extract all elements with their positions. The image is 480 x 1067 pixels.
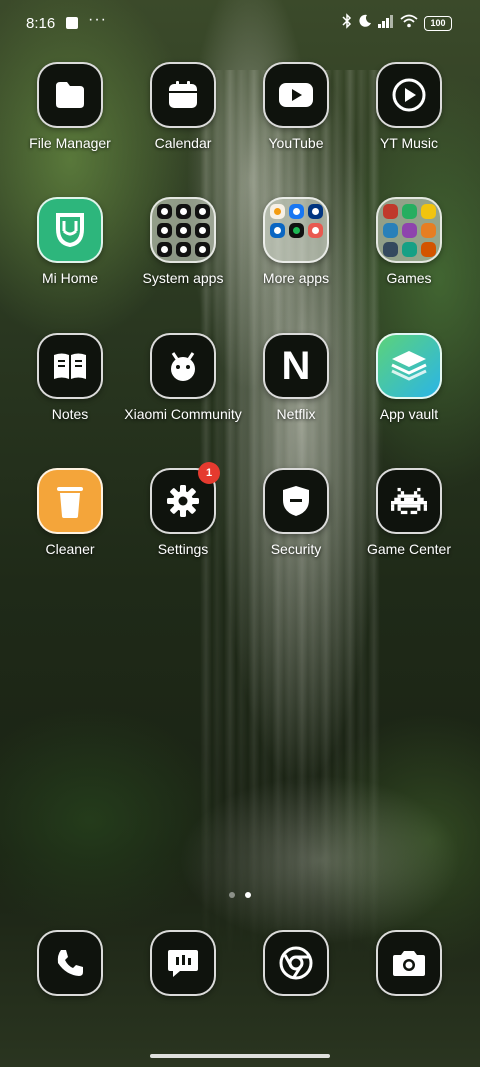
app-yt-music[interactable]: YT Music bbox=[349, 62, 469, 152]
app-xiaomi-community[interactable]: Xiaomi Community bbox=[123, 333, 243, 423]
status-icons: 100 bbox=[342, 13, 452, 33]
compass-icon bbox=[175, 241, 191, 257]
empty-slot bbox=[270, 242, 285, 257]
app-label: YouTube bbox=[268, 135, 324, 151]
dock-camera[interactable] bbox=[349, 930, 469, 996]
app-settings[interactable]: 1 Settings bbox=[123, 462, 243, 558]
app-label: App vault bbox=[379, 406, 439, 422]
folder-icon bbox=[37, 62, 103, 128]
home-screen: 8:16 ··· 100 File Manager Calendar YouTu… bbox=[0, 0, 480, 1067]
app-label: Games bbox=[386, 270, 432, 286]
bluetooth-icon bbox=[342, 13, 352, 33]
folder-more-apps[interactable]: More apps bbox=[236, 197, 356, 287]
dock-chrome[interactable] bbox=[236, 930, 356, 996]
app-label: Mi Home bbox=[41, 270, 98, 286]
mi-home-icon bbox=[37, 197, 103, 263]
empty-slot bbox=[308, 242, 323, 257]
folder-grid-icon bbox=[263, 197, 329, 263]
app-label: Security bbox=[270, 541, 322, 557]
messages-icon bbox=[150, 930, 216, 996]
dock-messages[interactable] bbox=[123, 930, 243, 996]
app-vault-layers-icon bbox=[376, 333, 442, 399]
downloads-icon bbox=[194, 222, 210, 238]
instagram-icon bbox=[307, 222, 323, 238]
app-label: More apps bbox=[262, 270, 330, 286]
game-icon bbox=[420, 241, 436, 257]
folder-grid-icon bbox=[376, 197, 442, 263]
app-label: System apps bbox=[142, 270, 224, 286]
contacts-icon bbox=[156, 203, 172, 219]
do-not-disturb-icon bbox=[358, 14, 372, 32]
app-netflix[interactable]: N Netflix bbox=[236, 333, 356, 423]
status-bar: 8:16 ··· 100 bbox=[0, 0, 480, 46]
mi-mover-icon bbox=[194, 241, 210, 257]
app-game-center[interactable]: Game Center bbox=[349, 468, 469, 558]
trash-icon bbox=[37, 468, 103, 534]
page-indicator-dot-active[interactable] bbox=[245, 892, 251, 898]
game-icon bbox=[420, 203, 436, 219]
clock-icon bbox=[194, 203, 210, 219]
notes-book-icon bbox=[37, 333, 103, 399]
gear-icon: 1 bbox=[150, 462, 220, 534]
app-label: Notes bbox=[51, 406, 89, 422]
app-label: Settings bbox=[157, 541, 209, 557]
netflix-glyph: N bbox=[281, 343, 311, 388]
spotify-icon bbox=[288, 222, 304, 238]
game-icon bbox=[382, 241, 398, 257]
space-invader-icon bbox=[376, 468, 442, 534]
game-icon bbox=[401, 241, 417, 257]
mi-remote-icon bbox=[156, 241, 172, 257]
empty-slot bbox=[289, 242, 304, 257]
linkedin-icon bbox=[269, 222, 285, 238]
shield-icon bbox=[263, 468, 329, 534]
netflix-icon: N bbox=[263, 333, 329, 399]
scanner-icon bbox=[175, 222, 191, 238]
folder-games[interactable]: Games bbox=[349, 197, 469, 287]
dialer-icon bbox=[175, 203, 191, 219]
notification-icon bbox=[66, 17, 78, 29]
app-calendar[interactable]: Calendar bbox=[123, 62, 243, 152]
app-file-manager[interactable]: File Manager bbox=[10, 62, 130, 152]
game-icon bbox=[382, 222, 398, 238]
yt-music-icon bbox=[376, 62, 442, 128]
facebook-icon bbox=[288, 203, 304, 219]
more-notifications-icon: ··· bbox=[88, 11, 107, 28]
game-icon bbox=[401, 222, 417, 238]
app-youtube[interactable]: YouTube bbox=[236, 62, 356, 152]
wifi-icon bbox=[400, 14, 418, 32]
app-label: Xiaomi Community bbox=[124, 406, 242, 422]
calendar-icon bbox=[150, 62, 216, 128]
page-indicator-dot[interactable] bbox=[229, 892, 235, 898]
notification-badge: 1 bbox=[198, 462, 220, 484]
app-label: Cleaner bbox=[45, 541, 95, 557]
app-label: Netflix bbox=[276, 406, 316, 422]
app-security[interactable]: Security bbox=[236, 468, 356, 558]
app-label: YT Music bbox=[379, 135, 439, 151]
app-mi-home[interactable]: Mi Home bbox=[10, 197, 130, 287]
app-notes[interactable]: Notes bbox=[10, 333, 130, 423]
screen-recorder-icon bbox=[156, 222, 172, 238]
game-icon bbox=[420, 222, 436, 238]
game-icon bbox=[382, 203, 398, 219]
chrome-icon bbox=[263, 930, 329, 996]
app-app-vault[interactable]: App vault bbox=[349, 333, 469, 423]
status-time: 8:16 bbox=[26, 15, 56, 32]
phone-icon bbox=[37, 930, 103, 996]
camera-icon bbox=[376, 930, 442, 996]
youtube-icon bbox=[263, 62, 329, 128]
app-cleaner[interactable]: Cleaner bbox=[10, 468, 130, 558]
app-label: Calendar bbox=[154, 135, 212, 151]
folder-grid-icon bbox=[150, 197, 216, 263]
folder-system-apps[interactable]: System apps bbox=[123, 197, 243, 287]
game-icon bbox=[401, 203, 417, 219]
community-robot-icon bbox=[150, 333, 216, 399]
dock-phone[interactable] bbox=[10, 930, 130, 996]
battery-icon: 100 bbox=[424, 15, 452, 31]
app-label: File Manager bbox=[29, 135, 111, 151]
app-label: Game Center bbox=[366, 541, 452, 557]
booking-icon bbox=[307, 203, 323, 219]
amazon-icon bbox=[269, 203, 285, 219]
home-gesture-bar[interactable] bbox=[150, 1054, 330, 1058]
signal-icon bbox=[378, 14, 394, 32]
